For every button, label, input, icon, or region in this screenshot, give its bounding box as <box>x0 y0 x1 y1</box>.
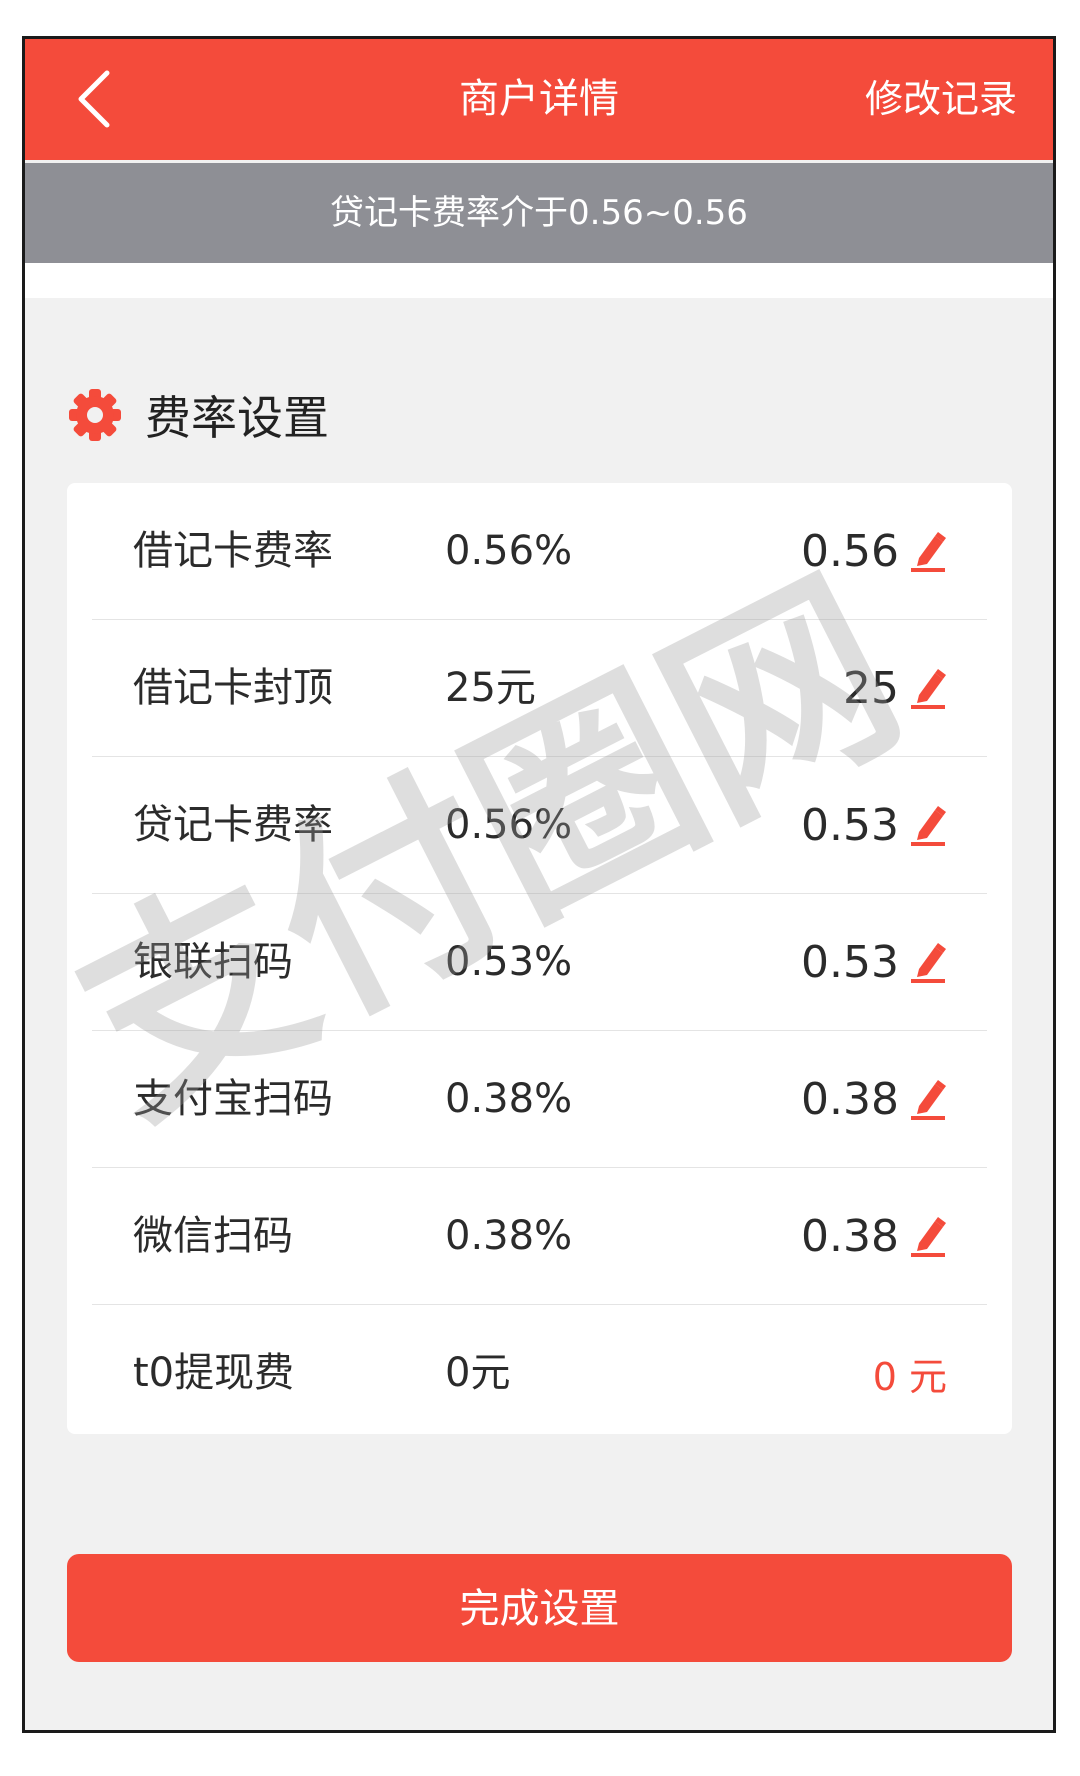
chevron-left-icon <box>78 70 110 128</box>
rate-row-credit-rate: 贷记卡费率 0.56% 0.53 <box>67 757 1012 894</box>
row-label: 贷记卡费率 <box>133 802 333 848</box>
divider-strip <box>25 263 1053 298</box>
pencil-icon <box>911 668 946 709</box>
gear-icon <box>69 389 121 441</box>
row-current-value: 0.53% <box>445 939 573 985</box>
edit-unionpay-scan[interactable]: 0.53 <box>801 894 947 1031</box>
pencil-icon <box>911 942 946 983</box>
edit-alipay-scan[interactable]: 0.38 <box>801 1031 947 1168</box>
row-current-value: 0.56% <box>445 802 573 848</box>
edit-credit-rate[interactable]: 0.53 <box>801 757 947 894</box>
row-edit-value: 0.56 <box>801 526 899 577</box>
rate-row-alipay-scan: 支付宝扫码 0.38% 0.38 <box>67 1031 1012 1168</box>
edit-debit-cap[interactable]: 25 <box>843 620 947 757</box>
pencil-icon <box>911 1079 946 1120</box>
rate-card: 借记卡费率 0.56% 0.56 借记卡封顶 25元 25 贷记卡费率 0.56… <box>67 483 1012 1434</box>
back-button[interactable] <box>65 67 125 131</box>
row-edit-value: 0.53 <box>801 800 899 851</box>
section-header: 费率设置 <box>67 385 329 445</box>
section-title: 费率设置 <box>145 391 329 445</box>
rate-range-notice: 贷记卡费率介于0.56~0.56 <box>25 163 1053 263</box>
row-current-value: 25元 <box>445 665 536 711</box>
edit-wechat-scan[interactable]: 0.38 <box>801 1168 947 1305</box>
modify-records-link[interactable]: 修改记录 <box>865 39 1017 160</box>
rate-row-unionpay-scan: 银联扫码 0.53% 0.53 <box>67 894 1012 1031</box>
row-edit-value: 0 元 <box>872 1355 947 1399</box>
row-label: 支付宝扫码 <box>133 1076 333 1122</box>
pencil-icon <box>911 531 946 572</box>
nav-bar: 商户详情 修改记录 <box>25 39 1053 160</box>
row-current-value: 0元 <box>445 1350 511 1396</box>
phone-screen: 商户详情 修改记录 贷记卡费率介于0.56~0.56 费率设置 借记卡费率 0.… <box>22 36 1056 1733</box>
row-edit-value: 0.38 <box>801 1074 899 1125</box>
t0-fee-value: 0 元 <box>873 1305 947 1442</box>
row-label: 银联扫码 <box>133 939 293 985</box>
pencil-icon <box>911 1216 946 1257</box>
row-edit-value: 0.53 <box>801 937 899 988</box>
row-edit-value: 25 <box>843 663 899 714</box>
rate-row-debit-cap: 借记卡封顶 25元 25 <box>67 620 1012 757</box>
rate-row-t0-withdraw-fee: t0提现费 0元 0 元 <box>67 1305 1012 1442</box>
row-edit-value: 0.38 <box>801 1211 899 1262</box>
rate-row-wechat-scan: 微信扫码 0.38% 0.38 <box>67 1168 1012 1305</box>
row-label: 微信扫码 <box>133 1213 293 1259</box>
row-current-value: 0.38% <box>445 1076 573 1122</box>
edit-debit-rate[interactable]: 0.56 <box>801 483 947 620</box>
pencil-icon <box>911 805 946 846</box>
complete-settings-button[interactable]: 完成设置 <box>67 1554 1012 1662</box>
row-current-value: 0.38% <box>445 1213 573 1259</box>
row-label: 借记卡费率 <box>133 528 333 574</box>
row-label: t0提现费 <box>133 1350 295 1396</box>
row-label: 借记卡封顶 <box>133 665 333 711</box>
rate-row-debit-rate: 借记卡费率 0.56% 0.56 <box>67 483 1012 620</box>
row-current-value: 0.56% <box>445 528 573 574</box>
